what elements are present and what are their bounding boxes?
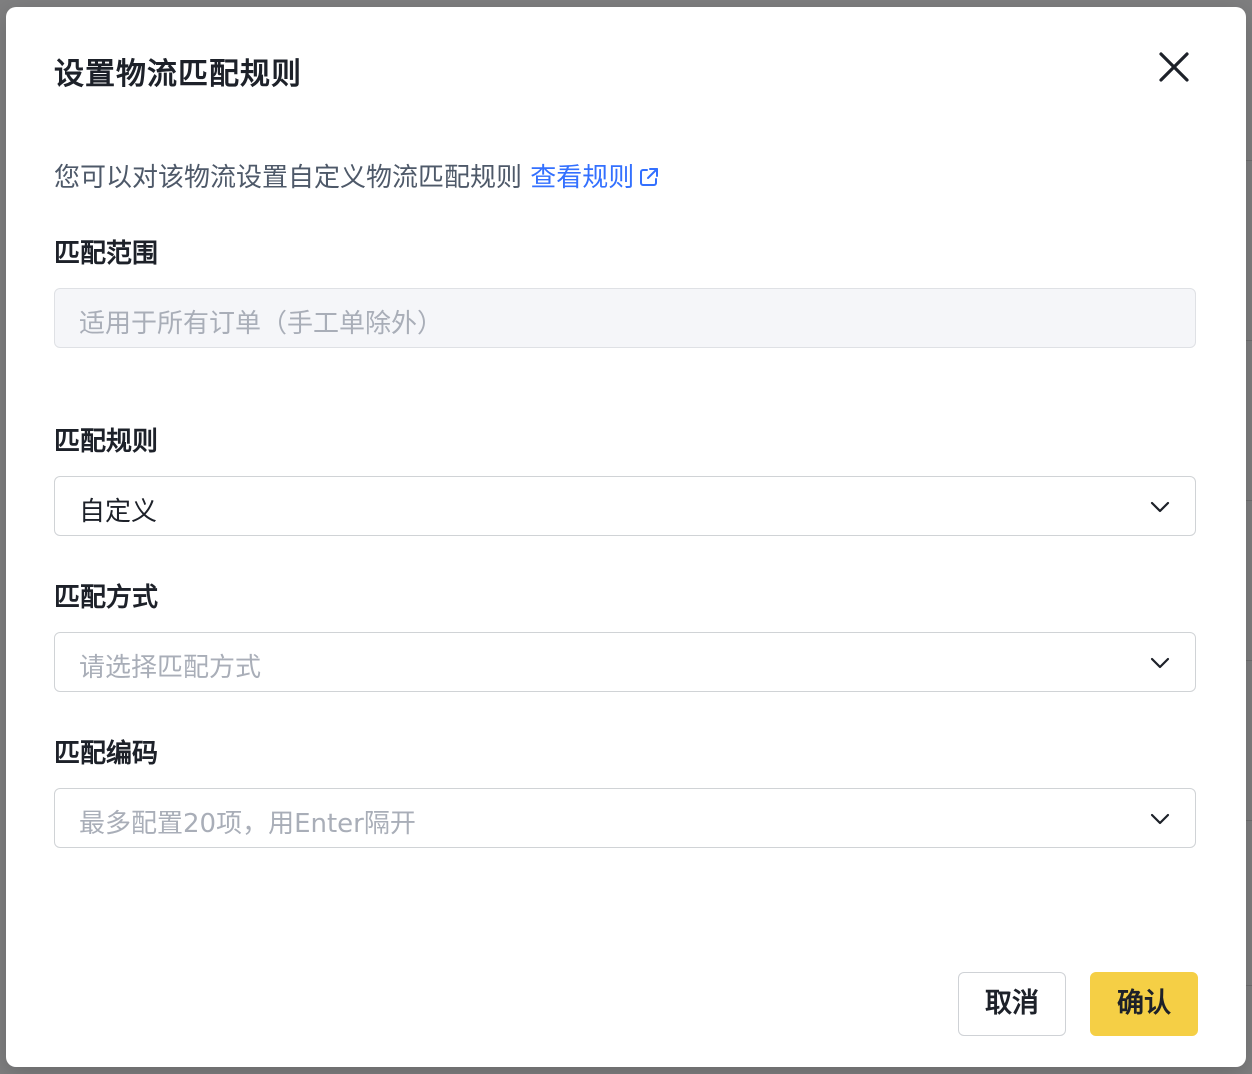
chevron-down-icon	[1150, 813, 1170, 825]
logistics-rule-dialog: 设置物流匹配规则 您可以对该物流设置自定义物流匹配规则 查看规则 匹配范围 适用…	[6, 7, 1246, 1067]
description-text: 您可以对该物流设置自定义物流匹配规则	[54, 163, 523, 193]
code-select[interactable]: 最多配置20项，用Enter隔开	[54, 788, 1196, 848]
dialog-description: 您可以对该物流设置自定义物流匹配规则 查看规则	[54, 157, 660, 194]
external-link-icon	[640, 168, 659, 186]
close-icon	[1159, 52, 1189, 82]
view-rules-link-label: 查看规则	[530, 163, 635, 193]
method-select[interactable]: 请选择匹配方式	[54, 632, 1196, 692]
method-label: 匹配方式	[54, 583, 159, 613]
method-select-placeholder: 请选择匹配方式	[79, 653, 262, 683]
scope-input: 适用于所有订单（手工单除外）	[54, 288, 1196, 348]
close-button[interactable]	[1152, 45, 1196, 89]
chevron-down-icon	[1150, 501, 1170, 513]
dialog-title: 设置物流匹配规则	[54, 57, 302, 92]
view-rules-link[interactable]: 查看规则	[530, 163, 660, 193]
rule-select-value: 自定义	[79, 497, 158, 527]
code-select-placeholder: 最多配置20项，用Enter隔开	[79, 809, 416, 839]
rule-select[interactable]: 自定义	[54, 476, 1196, 536]
rule-label: 匹配规则	[54, 427, 159, 457]
cancel-button[interactable]: 取消	[958, 972, 1066, 1036]
scope-placeholder: 适用于所有订单（手工单除外）	[79, 309, 444, 339]
scope-label: 匹配范围	[54, 239, 159, 269]
confirm-button[interactable]: 确认	[1090, 972, 1198, 1036]
code-label: 匹配编码	[54, 739, 159, 769]
chevron-down-icon	[1150, 657, 1170, 669]
